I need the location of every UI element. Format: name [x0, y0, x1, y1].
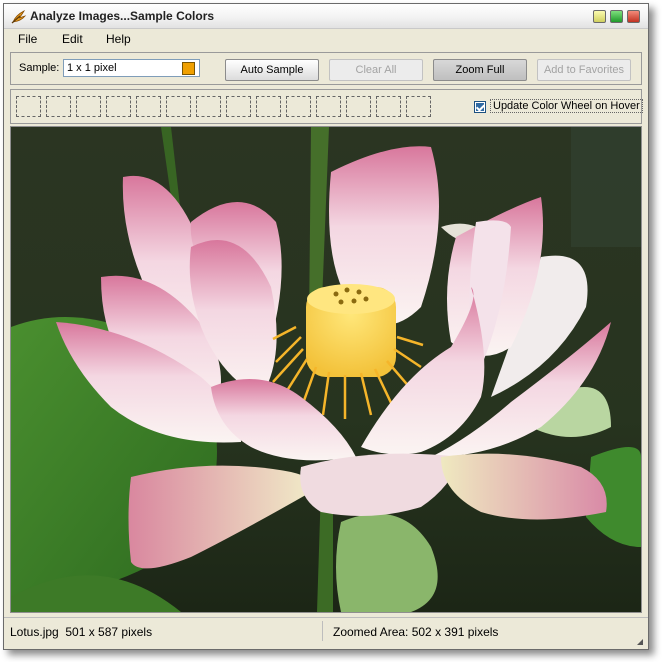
- toolbar: Sample: 1 x 1 pixel Auto Sample Clear Al…: [10, 52, 642, 85]
- color-slot[interactable]: [46, 96, 71, 117]
- add-to-favorites-button[interactable]: Add to Favorites: [537, 59, 631, 81]
- sample-size-select[interactable]: 1 x 1 pixel: [63, 59, 200, 77]
- status-divider: [322, 621, 323, 641]
- file-info-status: Lotus.jpg 501 x 587 pixels: [10, 625, 153, 639]
- color-slot[interactable]: [196, 96, 221, 117]
- color-slot[interactable]: [166, 96, 191, 117]
- color-slot[interactable]: [406, 96, 431, 117]
- color-slot[interactable]: [376, 96, 401, 117]
- menu-file[interactable]: File: [18, 32, 37, 46]
- maximize-button[interactable]: [610, 10, 623, 23]
- clear-all-button[interactable]: Clear All: [329, 59, 423, 81]
- sample-color-swatch: [182, 62, 195, 75]
- color-slot[interactable]: [226, 96, 251, 117]
- color-slot[interactable]: [256, 96, 281, 117]
- flame-app-icon: [11, 10, 27, 24]
- color-slot[interactable]: [346, 96, 371, 117]
- sample-size-value: 1 x 1 pixel: [67, 62, 117, 74]
- auto-sample-button[interactable]: Auto Sample: [225, 59, 319, 81]
- color-slot[interactable]: [16, 96, 41, 117]
- lotus-image: [11, 127, 641, 612]
- title-bar[interactable]: Analyze Images...Sample Colors: [4, 4, 648, 29]
- update-on-hover-label[interactable]: Update Color Wheel on Hover: [490, 99, 643, 113]
- color-slot[interactable]: [316, 96, 341, 117]
- image-viewer[interactable]: [10, 126, 642, 613]
- status-bar: Lotus.jpg 501 x 587 pixels Zoomed Area: …: [4, 617, 648, 649]
- zoom-full-button[interactable]: Zoom Full: [433, 59, 527, 81]
- checkmark-icon: [476, 103, 484, 111]
- zoomed-area-status: Zoomed Area: 502 x 391 pixels: [333, 625, 499, 639]
- update-on-hover-checkbox[interactable]: [474, 101, 486, 113]
- color-slot[interactable]: [106, 96, 131, 117]
- menu-bar: File Edit Help: [4, 29, 648, 49]
- minimize-button[interactable]: [593, 10, 606, 23]
- menu-edit[interactable]: Edit: [62, 32, 83, 46]
- color-slot[interactable]: [76, 96, 101, 117]
- sample-label: Sample:: [19, 62, 60, 74]
- resize-grip-icon[interactable]: [636, 638, 644, 646]
- window-title: Analyze Images...Sample Colors: [30, 9, 215, 23]
- swatch-bar: Update Color Wheel on Hover: [10, 89, 643, 124]
- app-window: Analyze Images...Sample Colors File Edit…: [3, 3, 649, 650]
- menu-help[interactable]: Help: [106, 32, 131, 46]
- color-slot[interactable]: [286, 96, 311, 117]
- color-slot[interactable]: [136, 96, 161, 117]
- close-button[interactable]: [627, 10, 640, 23]
